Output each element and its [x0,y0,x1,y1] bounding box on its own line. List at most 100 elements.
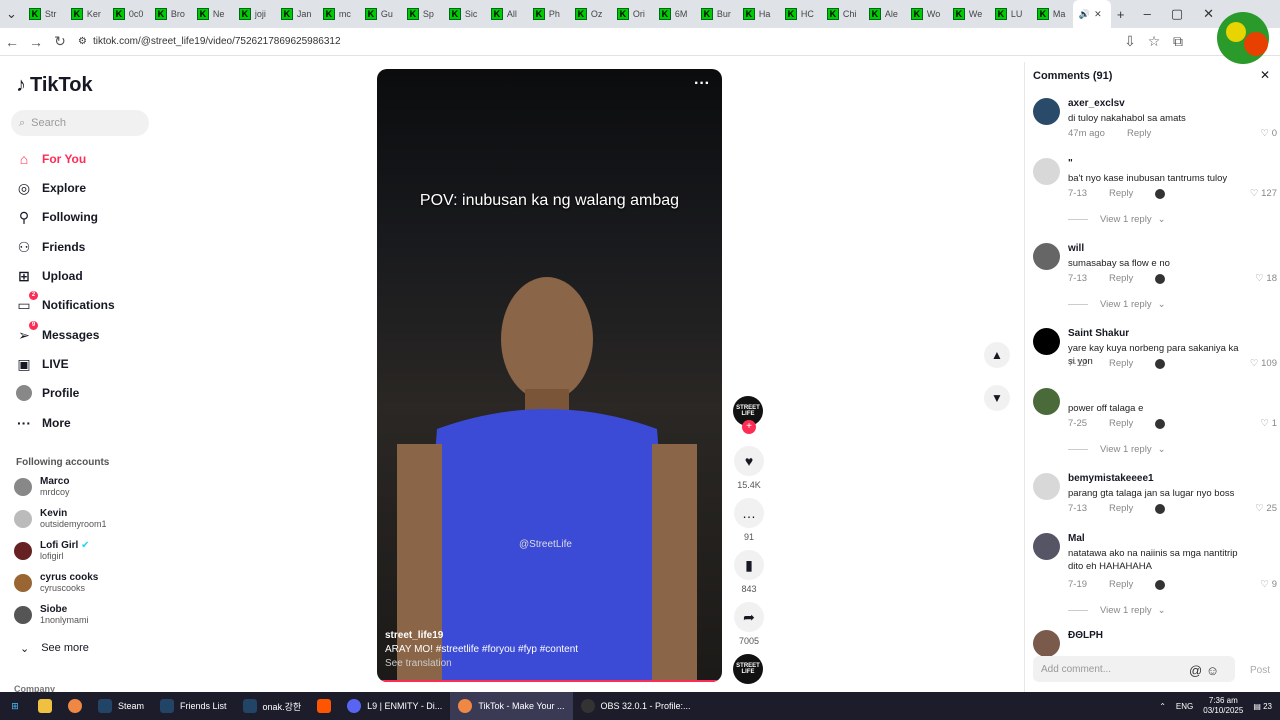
browser-tab[interactable]: K Sp [401,0,443,28]
sidebar-item-explore[interactable]: ◎ Explore [16,180,86,196]
account-item[interactable]: Siobe 1nonlymami [14,604,89,625]
browser-tab[interactable]: K Ha [737,0,779,28]
account-item[interactable]: Kevin outsidemyroom1 [14,508,107,529]
tray-expand-icon[interactable]: ⌃ [1159,702,1166,711]
comment-like-button[interactable]: ♡ 9 [1261,579,1277,590]
browser-tab[interactable]: K Ori [611,0,653,28]
sidebar-item-notifications[interactable]: ▭ 2 Notifications [16,291,115,313]
reply-button[interactable]: Reply [1109,503,1133,514]
browser-tab[interactable]: K Oz [569,0,611,28]
sidebar-item-friends[interactable]: ⚇ Friends [16,239,86,255]
comment-username[interactable]: Saint Shakur [1068,328,1129,339]
site-info-icon[interactable]: ⚙ [78,36,87,47]
creator-avatar-button[interactable]: STREET LIFE + [733,396,765,434]
taskbar-item-steam[interactable]: Steam [90,692,152,720]
sidebar-item-messages[interactable]: ➢ 9 Messages [16,321,99,343]
comment-username[interactable]: axer_exclsv [1068,98,1125,109]
view-replies-button[interactable]: View 1 reply ⌄ [1068,214,1166,225]
bookmark-star-icon[interactable]: ☆ [1142,33,1166,50]
browser-tab[interactable]: Kmc [317,0,359,28]
taskbar-item-tiktok[interactable]: TikTok - Make Your ... [450,692,573,720]
tab-menu-icon[interactable]: ⌄ [0,6,23,22]
save-button[interactable]: ▮ 843 [733,550,765,594]
browser-tab[interactable]: K Chi [821,0,863,28]
notification-center-icon[interactable]: ▤ 23 [1253,702,1272,711]
avatar[interactable] [1033,533,1060,560]
reload-button[interactable]: ↻ [48,33,72,50]
taskbar-brave[interactable] [309,692,339,720]
browser-tab[interactable]: K LU [989,0,1031,28]
avatar[interactable] [1033,630,1060,657]
sidebar-item-upload[interactable]: ⊞ Upload [16,268,83,284]
browser-tab[interactable]: K Wo [905,0,947,28]
speaker-icon[interactable]: 🔊 [1079,9,1090,20]
language-indicator[interactable]: ENG [1176,702,1193,711]
comment-like-button[interactable]: ♡ 127 [1250,188,1277,199]
avatar[interactable] [1033,328,1060,355]
account-item[interactable]: Marco mrdcoy [14,476,70,497]
view-replies-button[interactable]: View 1 reply ⌄ [1068,444,1166,455]
browser-tab[interactable]: K Ph [527,0,569,28]
reply-button[interactable]: Reply [1109,418,1133,429]
browser-tab[interactable]: K Ker [65,0,107,28]
browser-tab[interactable]: K 0c0 [107,0,149,28]
comment-username[interactable]: bemymistakeeee1 [1068,473,1154,484]
reply-button[interactable]: Reply [1109,188,1133,199]
install-icon[interactable]: ⇩ [1118,33,1142,50]
browser-tab[interactable]: K Bur [695,0,737,28]
post-button[interactable]: Post [1250,665,1270,676]
avatar[interactable] [1033,158,1060,185]
clock[interactable]: 7:36 am 03/10/2025 [1203,696,1243,716]
start-button[interactable]: ⊞ [0,692,30,720]
browser-tab[interactable]: K Ne [191,0,233,28]
comment-like-button[interactable]: ♡ 1 [1261,418,1277,429]
company-link[interactable]: Company [14,684,55,692]
taskbar-explorer[interactable] [30,692,60,720]
taskbar-item-chat[interactable]: onak.강한 [235,692,310,720]
video-more-button[interactable]: ··· [694,75,710,93]
sidebar-item-live[interactable]: ▣ LIVE [16,356,68,372]
comment-username[interactable]: Mal [1068,533,1085,544]
browser-tab[interactable]: K Jan [275,0,317,28]
browser-tab[interactable]: K Gu [359,0,401,28]
video-progress-bar[interactable] [377,680,722,682]
reply-button[interactable]: Reply [1109,358,1133,369]
account-item[interactable]: cyrus cooks cyruscooks [14,572,98,593]
taskbar-item-obs[interactable]: OBS 32.0.1 - Profile:... [573,692,699,720]
comment-username[interactable]: ÐΘLPH [1068,630,1103,641]
new-tab-button[interactable]: + [1111,7,1131,22]
taskbar-chrome[interactable] [60,692,90,720]
comment-like-button[interactable]: ♡ 0 [1261,128,1277,139]
share-button[interactable]: ➦ 7005 [733,602,765,646]
comment-like-button[interactable]: ♡ 18 [1255,273,1277,284]
comment-like-button[interactable]: ♡ 109 [1250,358,1277,369]
browser-tab[interactable]: K Sic [443,0,485,28]
reply-button[interactable]: Reply [1109,273,1133,284]
comment-button[interactable]: … 91 [733,498,765,542]
browser-tab[interactable]: K Bro [149,0,191,28]
browser-tab[interactable]: K 6M [653,0,695,28]
next-video-button[interactable]: ▼ [984,385,1010,411]
taskbar-item-friends[interactable]: Friends List [152,692,235,720]
taskbar-item-discord[interactable]: L9 | ENMITY - Di... [339,692,450,720]
emoji-icon[interactable]: ☺ [1206,663,1219,678]
search-input[interactable]: ⌕ Search [11,110,149,136]
like-button[interactable]: ♥ 15.4K [733,446,765,490]
back-button[interactable]: ← [0,34,24,50]
browser-tab[interactable]: K All [485,0,527,28]
reply-button[interactable]: Reply [1109,579,1133,590]
browser-tab[interactable]: K HC [779,0,821,28]
mention-icon[interactable]: @ [1189,663,1202,678]
sidebar-item-following[interactable]: ⚲ Following [16,209,98,225]
browser-tab[interactable]: K Ma [1031,0,1073,28]
see-translation-link[interactable]: See translation [385,657,578,671]
follow-plus-icon[interactable]: + [742,420,756,434]
account-item[interactable]: Lofi Girl ✔ lofigirl [14,540,90,561]
avatar[interactable] [1033,388,1060,415]
browser-tab[interactable]: Kjoji [233,0,275,28]
browser-tab[interactable]: K Str [23,0,65,28]
sidebar-item-profile[interactable]: Profile [16,385,79,401]
avatar[interactable] [1033,98,1060,125]
forward-button[interactable]: → [24,34,48,50]
avatar[interactable] [1033,473,1060,500]
